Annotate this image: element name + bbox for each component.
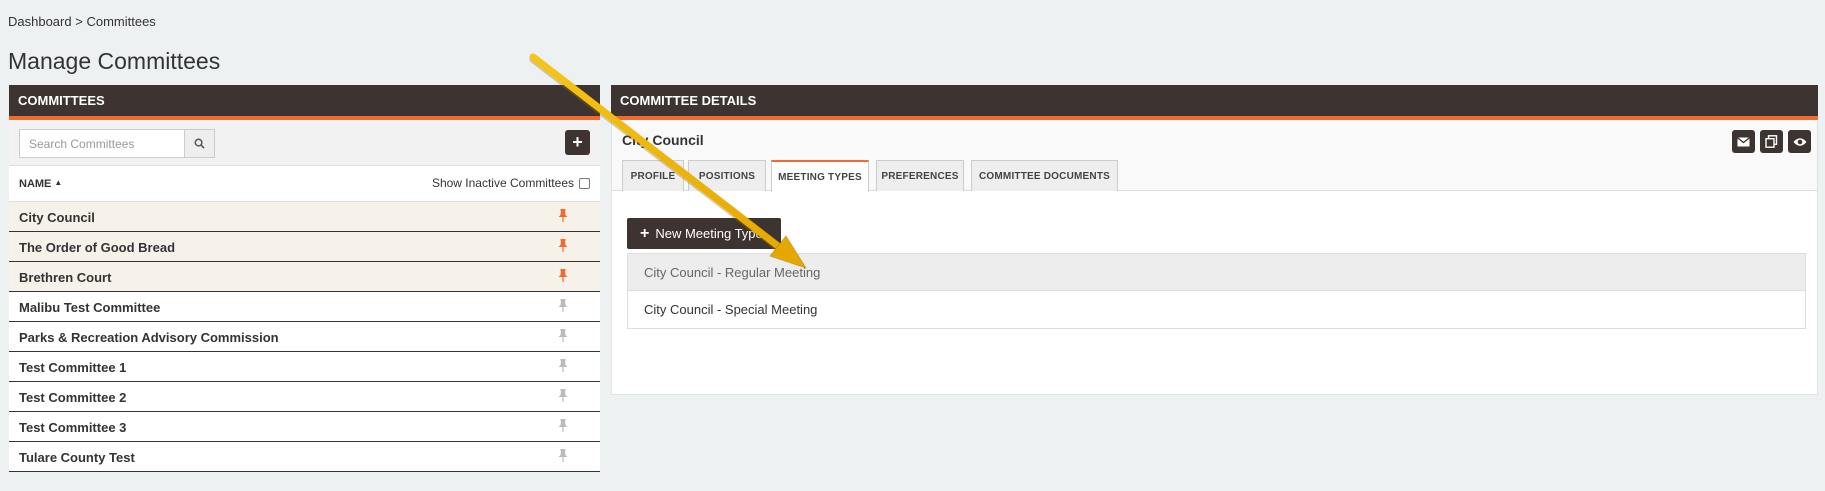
pin-icon[interactable]	[558, 449, 568, 465]
committee-name: City Council	[19, 210, 95, 225]
pin-icon[interactable]	[558, 209, 568, 225]
committee-row[interactable]: Test Committee 1	[9, 352, 600, 382]
committee-row[interactable]: The Order of Good Bread	[9, 232, 600, 262]
search-icon	[194, 138, 205, 149]
pin-icon[interactable]	[558, 329, 568, 345]
committee-name: The Order of Good Bread	[19, 240, 176, 255]
tab-meeting-types[interactable]: MEETING TYPES	[771, 160, 869, 192]
pin-icon[interactable]	[558, 359, 568, 375]
committee-row[interactable]: Test Committee 2	[9, 382, 600, 412]
committees-list-header: NAME ▲ Show Inactive Committees	[9, 166, 600, 202]
add-committee-button[interactable]: +	[565, 130, 590, 155]
envelope-icon	[1737, 136, 1750, 146]
breadcrumb: Dashboard > Committees	[8, 14, 156, 29]
new-meeting-type-label: New Meeting Type	[655, 226, 763, 241]
new-meeting-type-button[interactable]: + New Meeting Type	[627, 218, 781, 249]
sort-ascending-icon: ▲	[54, 178, 63, 187]
pin-icon[interactable]	[558, 269, 568, 285]
tab-positions[interactable]: POSITIONS	[688, 160, 766, 191]
eye-icon	[1793, 137, 1806, 146]
committee-row[interactable]: Malibu Test Committee	[9, 292, 600, 322]
committee-list: City Council The Order of Good Bread Breth…	[9, 202, 600, 472]
committee-row[interactable]: Brethren Court	[9, 262, 600, 292]
selected-committee-name: City Council	[622, 132, 704, 148]
meeting-type-row[interactable]: City Council - Regular Meeting	[628, 254, 1805, 291]
name-column-header[interactable]: NAME ▲	[19, 178, 62, 190]
copy-icon	[1765, 135, 1778, 148]
name-column-label: NAME	[19, 178, 52, 190]
email-button[interactable]	[1732, 130, 1755, 153]
show-inactive-checkbox[interactable]	[579, 177, 590, 189]
committee-details-header: COMMITTEE DETAILS	[611, 85, 1818, 120]
tab-preferences[interactable]: PREFERENCES	[876, 160, 964, 191]
meeting-types-list: City Council - Regular Meeting City Coun…	[627, 253, 1806, 329]
search-button[interactable]	[185, 129, 215, 158]
committee-row[interactable]: Test Committee 3	[9, 412, 600, 442]
committee-name: Test Committee 3	[19, 420, 127, 435]
search-committees-input[interactable]	[19, 129, 185, 158]
pin-icon[interactable]	[558, 239, 568, 255]
committee-row[interactable]: Parks & Recreation Advisory Commission	[9, 322, 600, 352]
committee-details-topbar: City Council	[612, 120, 1817, 158]
breadcrumb-current: Committees	[86, 14, 156, 29]
committee-tabs: PROFILE POSITIONS MEETING TYPES PREFEREN…	[612, 158, 1817, 192]
committee-name: Brethren Court	[19, 270, 112, 285]
pin-icon[interactable]	[558, 299, 568, 315]
committees-toolbar: +	[9, 120, 600, 166]
plus-icon: +	[640, 224, 650, 242]
page-title: Manage Committees	[8, 48, 221, 74]
tab-profile[interactable]: PROFILE	[622, 160, 684, 191]
committee-row[interactable]: Tulare County Test	[9, 442, 600, 472]
committee-name: Test Committee 1	[19, 360, 127, 375]
committee-details-panel: COMMITTEE DETAILS City Council PROFILE P…	[611, 85, 1818, 395]
breadcrumb-separator: >	[75, 14, 83, 29]
meeting-type-row[interactable]: City Council - Special Meeting	[628, 291, 1805, 328]
copy-button[interactable]	[1760, 130, 1783, 153]
pin-icon[interactable]	[558, 389, 568, 405]
committees-panel: COMMITTEES + NAME▲ Show Inactive Committ…	[9, 85, 600, 472]
committee-row[interactable]: City Council	[9, 202, 600, 232]
pin-icon[interactable]	[558, 419, 568, 435]
breadcrumb-dashboard-link[interactable]: Dashboard	[8, 14, 72, 29]
committee-name: Test Committee 2	[19, 390, 127, 405]
committee-name: Parks & Recreation Advisory Commission	[19, 330, 279, 345]
show-inactive-label: Show Inactive Committees	[431, 176, 574, 190]
tab-committee-documents[interactable]: COMMITTEE DOCUMENTS	[971, 160, 1118, 191]
committee-name: Tulare County Test	[19, 450, 135, 465]
view-button[interactable]	[1788, 130, 1811, 153]
committees-panel-header: COMMITTEES	[9, 85, 600, 120]
committee-name: Malibu Test Committee	[19, 300, 161, 315]
show-inactive-toggle[interactable]: Show Inactive Committees	[432, 176, 590, 190]
